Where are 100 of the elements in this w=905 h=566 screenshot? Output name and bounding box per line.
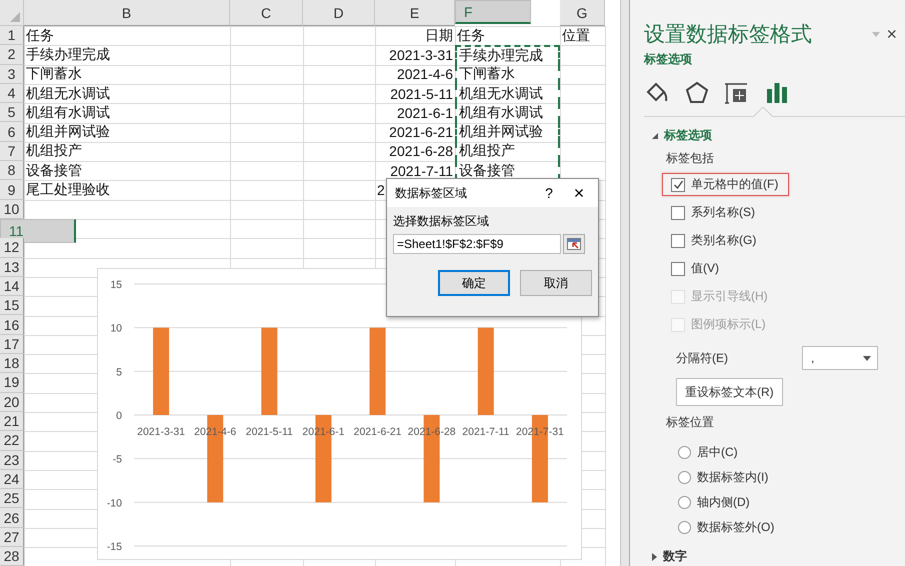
section-header[interactable]: 标签选项 <box>652 127 712 144</box>
row-header[interactable]: 17 <box>0 334 24 354</box>
row-header[interactable]: 23 <box>0 450 24 470</box>
table-cell: 手续办理完成 <box>455 45 560 65</box>
radio-button[interactable] <box>678 496 691 508</box>
axis-tick-label: -15 <box>106 541 122 553</box>
column-header[interactable]: C <box>230 0 303 26</box>
checkbox[interactable] <box>671 178 685 192</box>
checkbox-label[interactable]: 值(V) <box>691 260 719 277</box>
radio-button[interactable] <box>678 470 691 484</box>
column-header[interactable]: D <box>303 0 375 26</box>
row-header[interactable]: 4 <box>0 84 24 104</box>
axis-tick-label: 5 <box>116 366 122 378</box>
row-header[interactable]: 16 <box>0 315 24 335</box>
category-label: 2021-5-11 <box>246 426 293 438</box>
radio-label[interactable]: 轴内侧(D) <box>697 494 750 510</box>
table-cell: 机组投产 <box>26 142 82 160</box>
help-button[interactable]: ? <box>534 185 564 201</box>
table-cell: 2021-7-11 <box>390 162 453 179</box>
dialog-button[interactable]: 确定 <box>438 270 510 296</box>
row-header[interactable]: 1 <box>0 26 24 46</box>
checkbox-label[interactable]: 单元格中的值(F) <box>691 176 778 193</box>
row-header[interactable]: 27 <box>0 528 24 548</box>
checkbox[interactable] <box>671 234 685 248</box>
row-header[interactable]: 22 <box>0 431 24 451</box>
row-header[interactable]: 12 <box>0 238 24 258</box>
row-header[interactable]: 7 <box>0 142 24 162</box>
table-cell: 尾工处理验收 <box>26 181 110 200</box>
table-cell: 机组并网试验 <box>26 123 110 142</box>
checkbox[interactable] <box>671 206 685 220</box>
category-label: 2021-7-11 <box>462 426 510 438</box>
column-header[interactable]: F <box>455 0 531 24</box>
row-header[interactable]: 24 <box>0 470 24 490</box>
row-header[interactable]: 21 <box>0 412 24 432</box>
row-header[interactable]: 6 <box>0 122 24 142</box>
axis-tick-label: -5 <box>112 454 122 466</box>
radio-button[interactable] <box>678 520 691 534</box>
pane-tab[interactable] <box>684 80 710 106</box>
checkbox-label[interactable]: 系列名称(S) <box>691 204 755 221</box>
separator-dropdown[interactable]: , <box>802 346 878 370</box>
pane-title: 设置数据标签格式 <box>644 22 813 48</box>
pane-subtitle[interactable]: 标签选项 <box>644 51 692 68</box>
table-cell: 任务 <box>26 26 54 45</box>
table-cell: 日期 <box>425 26 453 45</box>
dialog-title: 数据标签区域 <box>395 184 468 202</box>
row-header[interactable]: 3 <box>0 64 24 84</box>
close-button[interactable]: × <box>886 24 905 44</box>
row-header[interactable]: 18 <box>0 354 24 374</box>
table-cell: 2021-4-6 <box>396 66 453 82</box>
axis-tick-label: -10 <box>106 497 122 510</box>
category-label: 2021-6-21 <box>354 426 402 438</box>
radio-button[interactable] <box>678 446 691 458</box>
section-header[interactable]: 数字 <box>652 548 687 565</box>
field-label: 选择数据标签区域 <box>393 213 490 230</box>
radio-label[interactable]: 居中(C) <box>697 444 738 460</box>
table-cell: 手续办理完成 <box>26 46 110 64</box>
close-button[interactable]: × <box>564 182 594 204</box>
column-header[interactable]: G <box>560 0 605 26</box>
table-cell: 2021-6-1 <box>396 104 453 121</box>
table-cell: 2021-6-21 <box>389 124 453 140</box>
row-header[interactable]: 2 <box>0 45 24 65</box>
table-cell: 机组有水调试 <box>455 103 560 122</box>
row-header[interactable]: 25 <box>0 489 24 508</box>
radio-label[interactable]: 数据标签内(I) <box>697 468 768 486</box>
table-cell: 设备接管 <box>26 162 82 180</box>
row-header[interactable]: 8 <box>0 161 24 180</box>
row-header[interactable]: 20 <box>0 392 24 412</box>
row-header[interactable]: 13 <box>0 258 24 277</box>
dialog-button[interactable]: 取消 <box>520 270 592 296</box>
reset-button[interactable]: 重设标签文本(R) <box>676 378 783 406</box>
checkbox-label[interactable]: 类别名称(G) <box>691 232 756 249</box>
axis-tick-label: 15 <box>110 279 122 291</box>
axis-tick-label: 10 <box>110 322 122 335</box>
table-cell: 2021-5-11 <box>390 86 453 102</box>
pane-tab[interactable] <box>764 80 790 106</box>
table-cell: 下闸蓄水 <box>26 65 82 84</box>
pentagon-icon <box>685 81 709 105</box>
row-header[interactable]: 28 <box>0 547 24 566</box>
column-header[interactable]: E <box>375 0 455 26</box>
axis-tick-label: 0 <box>116 410 122 422</box>
row-header[interactable]: 15 <box>0 296 24 316</box>
range-picker-button[interactable] <box>563 234 585 254</box>
row-header[interactable]: 10 <box>0 200 24 219</box>
table-cell: 2021-6-28 <box>389 143 453 160</box>
row-header[interactable]: 9 <box>0 180 24 200</box>
table-cell: 2021-3-31 <box>389 46 453 63</box>
caret-icon <box>863 356 871 360</box>
size-icon <box>725 81 749 105</box>
table-cell: 位置 <box>562 26 590 45</box>
range-field[interactable]: =Sheet1!$F$2:$F$9 <box>393 234 561 254</box>
row-header[interactable]: 11 <box>0 218 76 243</box>
checkbox[interactable] <box>671 262 685 276</box>
radio-label[interactable]: 数据标签外(O) <box>697 518 774 536</box>
row-header[interactable]: 5 <box>0 103 24 122</box>
table-cell: 任务 <box>457 26 485 45</box>
row-header[interactable]: 19 <box>0 373 24 393</box>
row-header[interactable]: 26 <box>0 508 24 528</box>
table-cell: 机组有水调试 <box>26 104 110 122</box>
row-header[interactable]: 14 <box>0 276 24 296</box>
column-header[interactable]: B <box>24 0 230 26</box>
